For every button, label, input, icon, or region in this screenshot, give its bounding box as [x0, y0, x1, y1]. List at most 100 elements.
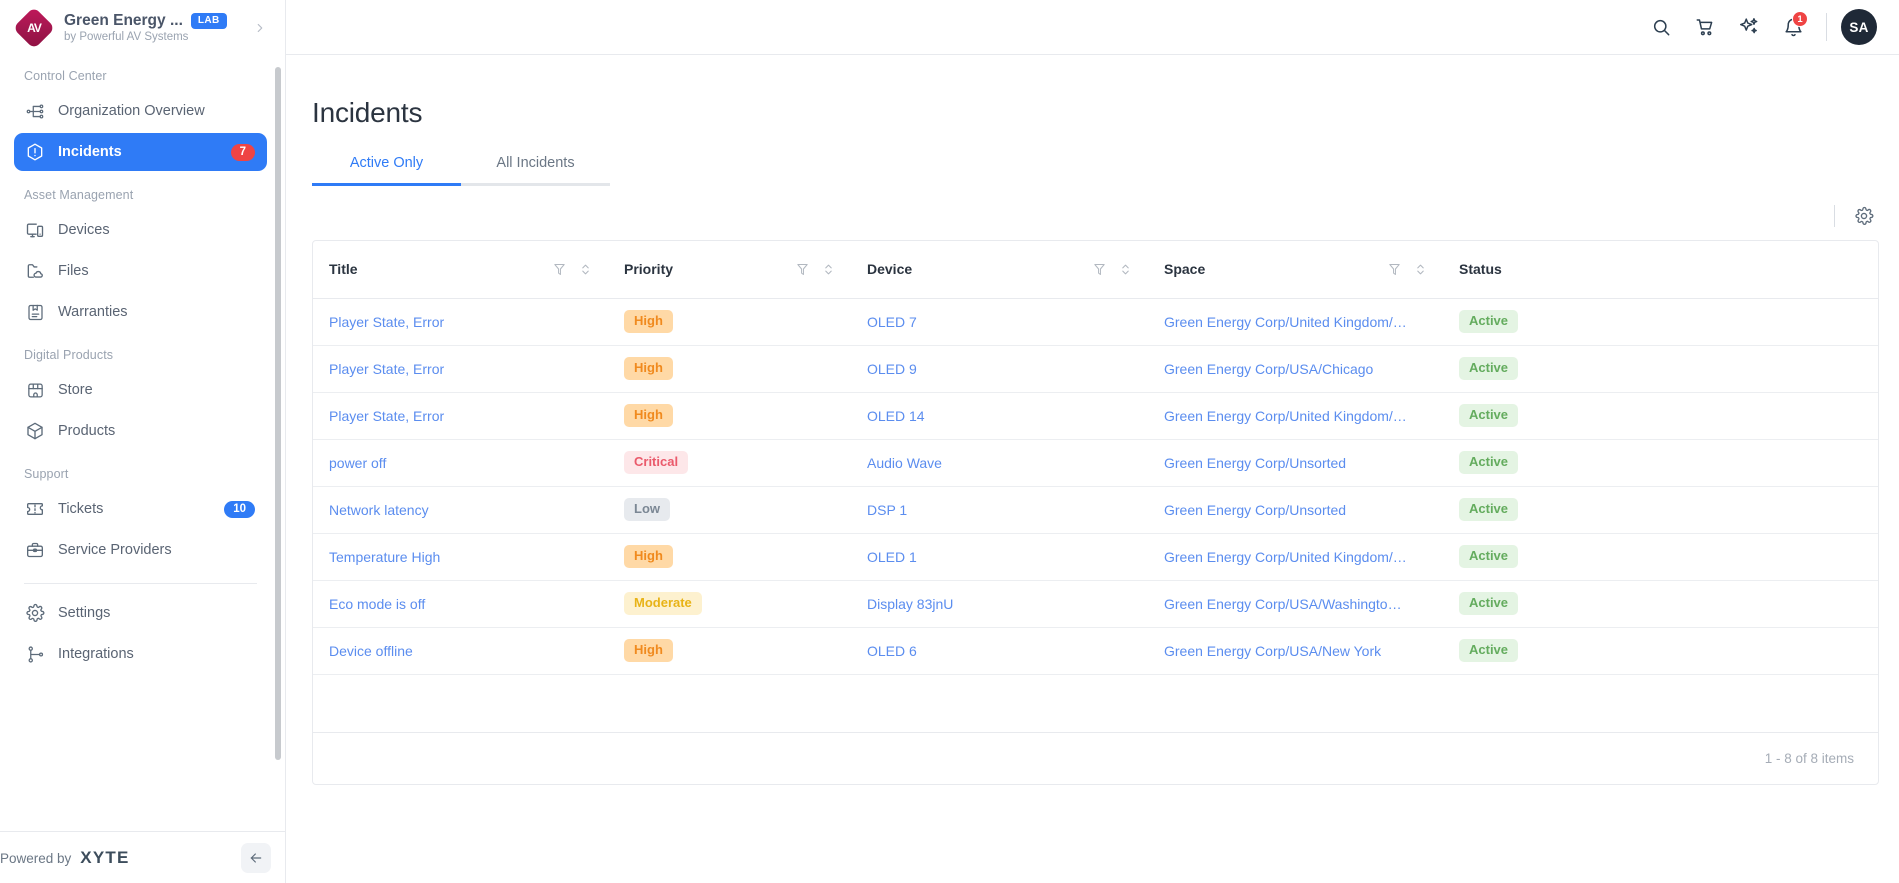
sidebar-item-warranties[interactable]: Warranties	[14, 293, 267, 331]
sidebar-item-label: Service Providers	[58, 542, 172, 558]
space-link[interactable]: Green Energy Corp/United Kingdom/Manch..…	[1164, 408, 1409, 424]
device-link[interactable]: Audio Wave	[867, 455, 942, 471]
space-link[interactable]: Green Energy Corp/USA/New York	[1164, 643, 1409, 659]
incidents-table-card: Title Priority Device Space Status Playe…	[312, 240, 1879, 785]
search-icon	[1651, 17, 1672, 38]
tab-active-only[interactable]: Active Only	[312, 155, 461, 183]
device-link[interactable]: DSP 1	[867, 502, 907, 518]
chevron-right-icon[interactable]	[249, 21, 271, 35]
page-content: Incidents Active Only All Incidents Titl…	[286, 55, 1899, 883]
cell-title: Network latency	[313, 486, 608, 534]
table-settings-button[interactable]	[1849, 201, 1879, 231]
sort-icon-priority[interactable]	[822, 262, 835, 277]
incident-title-link[interactable]: power off	[329, 455, 386, 471]
topbar-divider	[1826, 13, 1827, 41]
cell-priority: Critical	[608, 439, 851, 487]
table-footer: 1 - 8 of 8 items	[313, 731, 1878, 784]
sidebar-item-service-providers[interactable]: Service Providers	[14, 531, 267, 569]
incident-title-link[interactable]: Player State, Error	[329, 314, 444, 330]
sidebar-item-integrations[interactable]: Integrations	[14, 635, 267, 673]
brand-text: Green Energy ... LAB by Powerful AV Syst…	[64, 12, 239, 43]
priority-badge: High	[624, 356, 673, 381]
status-badge: Active	[1459, 403, 1519, 428]
cell-device: OLED 14	[851, 392, 1148, 440]
priority-badge: High	[624, 638, 673, 663]
sidebar-item-tickets[interactable]: Tickets 10	[14, 490, 267, 528]
cart-button[interactable]	[1684, 6, 1726, 48]
sparkles-ai-icon	[1738, 16, 1760, 38]
cell-priority: High	[608, 392, 851, 440]
cell-status: Active	[1443, 486, 1878, 534]
tab-all-incidents[interactable]: All Incidents	[461, 155, 610, 183]
status-badge: Active	[1459, 591, 1519, 616]
incident-title-link[interactable]: Player State, Error	[329, 361, 444, 377]
device-link[interactable]: OLED 14	[867, 408, 925, 424]
sidebar-item-incidents[interactable]: Incidents 7	[14, 133, 267, 171]
cell-space: Green Energy Corp/United Kingdom/London	[1148, 298, 1443, 346]
sidebar-nav-inner: Control Center Organization Overview Inc…	[0, 55, 285, 673]
sidebar-item-label: Products	[58, 423, 116, 439]
main-area: 1 SA Incidents Active Only All Incidents	[286, 0, 1899, 883]
xyte-logo: XYTE	[80, 847, 130, 867]
cell-space: Green Energy Corp/USA/Washington DC	[1148, 580, 1443, 628]
notifications-button[interactable]: 1	[1772, 6, 1814, 48]
sidebar-item-devices[interactable]: Devices	[14, 211, 267, 249]
device-link[interactable]: OLED 6	[867, 643, 917, 659]
avatar[interactable]: SA	[1841, 9, 1877, 45]
space-link[interactable]: Green Energy Corp/USA/Chicago	[1164, 361, 1409, 377]
sidebar-item-label: Warranties	[58, 304, 128, 320]
table-row: Player State, Error High OLED 7 Green Energ…	[313, 298, 1878, 346]
status-badge: Active	[1459, 356, 1519, 381]
sidebar-scrollbar[interactable]	[275, 67, 281, 760]
device-link[interactable]: OLED 1	[867, 549, 917, 565]
column-label: Device	[867, 261, 913, 278]
filter-icon-title[interactable]	[552, 262, 567, 277]
sidebar-item-settings[interactable]: Settings	[14, 594, 267, 632]
integrations-icon	[24, 643, 46, 665]
filter-icon-priority[interactable]	[795, 262, 810, 277]
table-toolbar	[286, 186, 1899, 240]
incident-title-link[interactable]: Eco mode is off	[329, 596, 425, 612]
sort-icon-space[interactable]	[1414, 262, 1427, 277]
incident-title-link[interactable]: Temperature High	[329, 549, 440, 565]
sort-icon-title[interactable]	[579, 262, 592, 277]
cell-status: Active	[1443, 533, 1878, 581]
space-link[interactable]: Green Energy Corp/Unsorted	[1164, 502, 1409, 518]
cell-device: OLED 1	[851, 533, 1148, 581]
gear-icon	[24, 602, 46, 624]
priority-badge: High	[624, 403, 673, 428]
search-button[interactable]	[1640, 6, 1682, 48]
priority-badge: High	[624, 544, 673, 569]
sidebar-item-products[interactable]: Products	[14, 412, 267, 450]
status-badge: Active	[1459, 544, 1519, 569]
incident-title-link[interactable]: Player State, Error	[329, 408, 444, 424]
cell-priority: High	[608, 345, 851, 393]
status-badge: Active	[1459, 450, 1519, 475]
column-header-title: Title	[313, 241, 608, 299]
ai-assistant-button[interactable]	[1728, 6, 1770, 48]
space-link[interactable]: Green Energy Corp/United Kingdom/London	[1164, 314, 1409, 330]
table-row: power off Critical Audio Wave Green Energy …	[313, 439, 1878, 487]
sidebar-item-store[interactable]: Store	[14, 371, 267, 409]
sidebar-item-organization-overview[interactable]: Organization Overview	[14, 92, 267, 130]
sidebar-divider	[24, 583, 257, 584]
device-link[interactable]: OLED 7	[867, 314, 917, 330]
space-link[interactable]: Green Energy Corp/USA/Washington DC	[1164, 596, 1409, 612]
incident-title-link[interactable]: Device offline	[329, 643, 413, 659]
space-link[interactable]: Green Energy Corp/United Kingdom/Manch..…	[1164, 549, 1409, 565]
device-link[interactable]: OLED 9	[867, 361, 917, 377]
filter-icon-space[interactable]	[1387, 262, 1402, 277]
space-link[interactable]: Green Energy Corp/Unsorted	[1164, 455, 1409, 471]
device-link[interactable]: Display 83jnU	[867, 596, 953, 612]
filter-icon-device[interactable]	[1092, 262, 1107, 277]
sidebar-collapse-button[interactable]	[241, 842, 271, 873]
cell-title: Temperature High	[313, 533, 608, 581]
incident-title-link[interactable]: Network latency	[329, 502, 429, 518]
sort-icon-device[interactable]	[1119, 262, 1132, 277]
sidebar-item-label: Files	[58, 263, 89, 279]
column-header-status: Status	[1443, 241, 1878, 299]
sidebar-item-files[interactable]: Files	[14, 252, 267, 290]
cell-status: Active	[1443, 345, 1878, 393]
brand-header[interactable]: AV Green Energy ... LAB by Powerful AV S…	[0, 0, 285, 55]
briefcase-icon	[24, 539, 46, 561]
